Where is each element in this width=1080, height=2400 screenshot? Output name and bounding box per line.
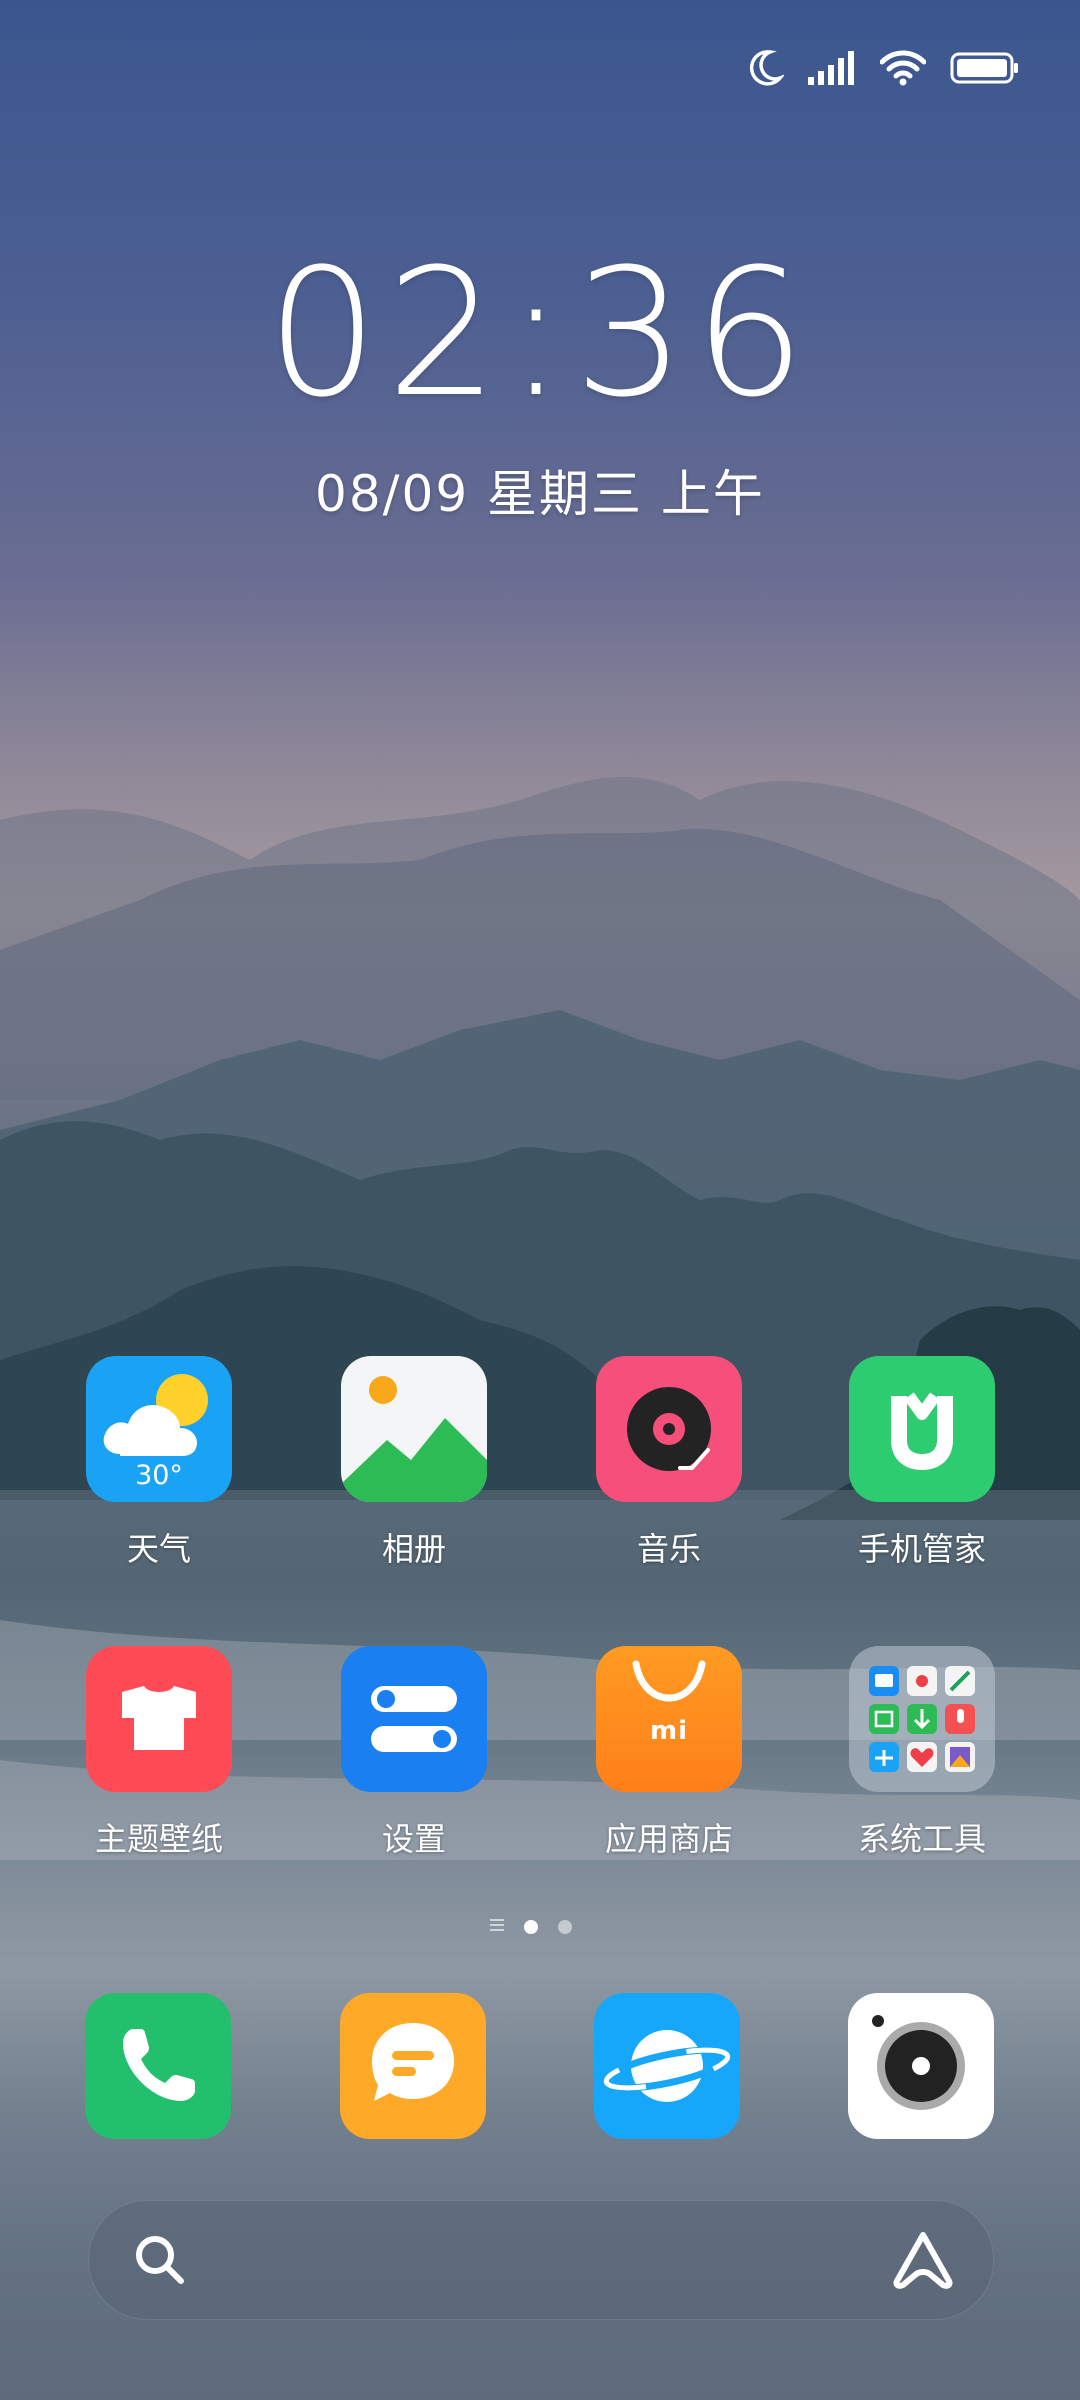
search-bar[interactable] [88,2200,994,2320]
search-icon[interactable] [133,2233,187,2291]
browser-icon[interactable] [594,1993,740,2139]
gallery-icon [341,1356,487,1502]
phone-icon[interactable] [85,1993,231,2139]
app-gallery[interactable]: 相册 [314,1356,514,1570]
app-label: 天气 [126,1530,191,1568]
app-label: 手机管家 [857,1530,986,1568]
settings-icon [341,1646,487,1792]
app-weather[interactable]: 30° 天气 [59,1356,259,1570]
page-indicator[interactable] [490,1917,572,1936]
app-store-badge: mi [649,1716,688,1746]
signal-icon [808,51,856,89]
app-themes[interactable]: 主题壁纸 [59,1646,259,1860]
wifi-icon [879,50,927,90]
status-bar [746,44,1020,96]
app-label: 相册 [381,1530,446,1568]
clock-time[interactable]: 02:36 [0,246,1080,422]
app-security[interactable]: 手机管家 [822,1356,1022,1570]
moon-icon [746,48,786,92]
camera-icon[interactable] [848,1993,994,2139]
assistant-icon[interactable] [891,2229,955,2295]
folder-icon [849,1646,995,1792]
app-label: 应用商店 [604,1820,733,1858]
page-dot-active[interactable] [524,1919,538,1934]
weather-temperature: 30° [135,1460,183,1491]
app-store[interactable]: mi 应用商店 [569,1646,769,1860]
clock-date[interactable]: 08/09 星期三 上午 [0,454,1080,526]
app-music[interactable]: 音乐 [569,1356,769,1570]
app-settings[interactable]: 设置 [314,1646,514,1860]
page-list-icon[interactable] [490,1917,504,1936]
app-label: 设置 [381,1820,446,1858]
music-icon [596,1356,742,1502]
app-label: 主题壁纸 [94,1820,223,1858]
weather-icon: 30° [86,1356,232,1502]
folder-system-tools[interactable]: 系统工具 [822,1646,1022,1860]
themes-icon [86,1646,232,1792]
app-label: 系统工具 [857,1820,986,1858]
page-dot[interactable] [558,1919,572,1934]
security-icon [849,1356,995,1502]
app-label: 音乐 [636,1530,701,1568]
app-store-icon: mi [596,1646,742,1792]
messages-icon[interactable] [340,1993,486,2139]
battery-icon [950,52,1020,88]
